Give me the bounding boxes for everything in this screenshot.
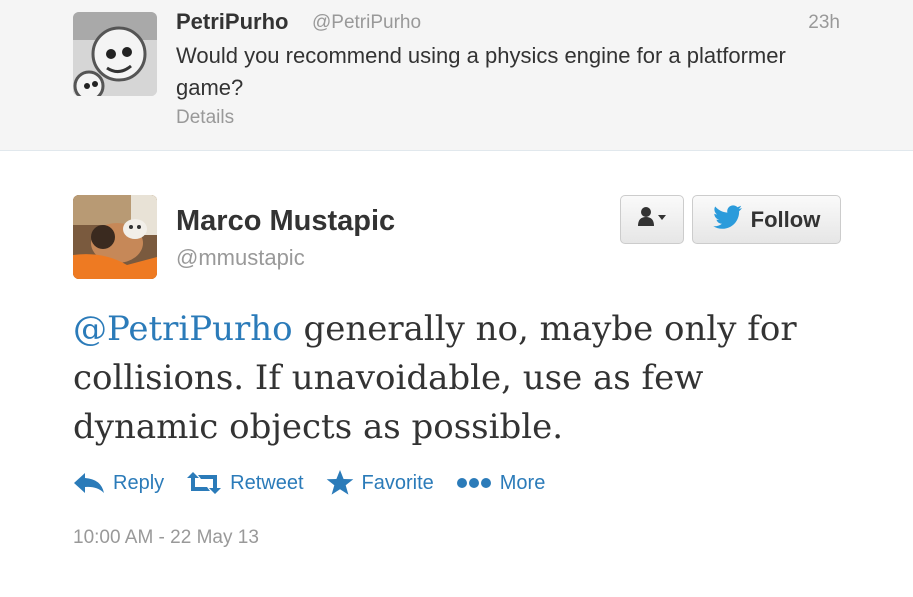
details-link[interactable]: Details: [176, 107, 234, 129]
tweet-text: @PetriPurho generally no, maybe only for…: [73, 305, 853, 452]
tweet-timestamp[interactable]: 10:00 AM - 22 May 13: [73, 527, 259, 549]
retweet-label: Retweet: [230, 471, 304, 494]
favorite-button[interactable]: Favorite: [326, 470, 434, 496]
follow-label: Follow: [750, 206, 821, 232]
star-icon: [326, 470, 354, 496]
retweet-icon: [186, 471, 222, 495]
follow-button[interactable]: Follow: [692, 195, 841, 244]
parent-tweet-time[interactable]: 23h: [808, 12, 840, 34]
parent-author-handle[interactable]: @PetriPurho: [312, 12, 421, 34]
reply-button[interactable]: Reply: [73, 472, 164, 495]
reply-arrow-icon: [73, 472, 105, 494]
more-dots-icon: [456, 477, 492, 489]
author-handle[interactable]: @mmustapic: [176, 245, 305, 271]
mention-link[interactable]: @PetriPurho: [73, 309, 293, 349]
tweet-actions: Reply Retweet Favorite More: [73, 467, 567, 499]
more-label: More: [499, 471, 546, 494]
parent-author-name[interactable]: PetriPurho: [176, 9, 288, 35]
reply-label: Reply: [113, 471, 165, 494]
more-button[interactable]: More: [456, 471, 546, 495]
author-avatar[interactable]: [73, 195, 157, 279]
parent-tweet[interactable]: PetriPurho @PetriPurho 23h Would you rec…: [0, 0, 913, 151]
parent-tweet-text: Would you recommend using a physics engi…: [176, 43, 786, 100]
author-name[interactable]: Marco Mustapic: [176, 205, 395, 238]
parent-avatar[interactable]: [73, 12, 157, 96]
twitter-bird-icon: [712, 204, 743, 235]
favorite-label: Favorite: [361, 471, 434, 494]
user-actions-dropdown-button[interactable]: [620, 195, 684, 244]
retweet-button[interactable]: Retweet: [186, 471, 304, 495]
user-caret-icon: [637, 206, 667, 233]
